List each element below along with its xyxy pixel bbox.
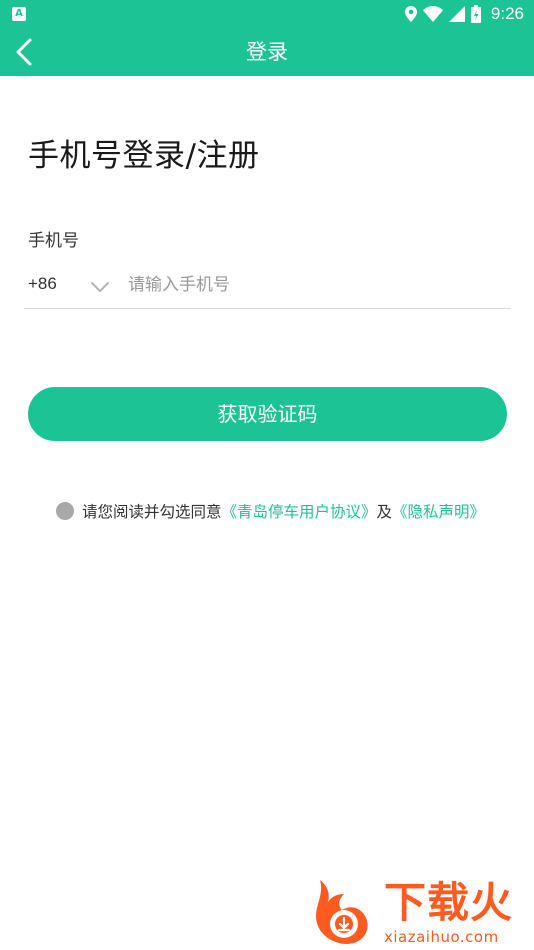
fire-logo-icon <box>316 880 368 944</box>
page-heading: 手机号登录/注册 <box>28 138 260 174</box>
status-icons: 9:26 <box>404 0 524 28</box>
wifi-icon <box>422 6 443 22</box>
cellular-signal-icon <box>448 6 465 22</box>
chevron-down-icon[interactable] <box>90 280 110 294</box>
back-button[interactable] <box>8 34 44 70</box>
watermark-title: 下载火 <box>384 878 514 927</box>
agreement-prefix: 请您阅读并勾选同意 <box>82 503 222 521</box>
watermark: 下载火 xiazaihuo.com <box>314 878 530 946</box>
agree-checkbox[interactable] <box>56 502 74 520</box>
privacy-statement-link[interactable]: 《隐私声明》 <box>392 500 485 522</box>
phone-field-label: 手机号 <box>28 231 79 251</box>
battery-icon <box>470 5 481 23</box>
get-verification-code-button[interactable]: 获取验证码 <box>28 387 507 441</box>
phone-input-row: +86 <box>24 262 511 309</box>
status-bar: A 9:26 <box>0 0 534 28</box>
status-time: 9:26 <box>490 4 524 23</box>
agreement-conjunction: 及 <box>376 503 393 521</box>
app-bar: 登录 <box>0 28 534 76</box>
country-code[interactable]: +86 <box>28 274 57 294</box>
location-icon <box>404 6 417 22</box>
agreement-row: 请您阅读并勾选同意 《青岛停车用户协议》 及 《隐私声明》 <box>56 500 485 522</box>
phone-input[interactable] <box>128 268 498 302</box>
app-bar-title: 登录 <box>246 40 288 64</box>
app-notification-icon: A <box>12 7 26 21</box>
watermark-url: xiazaihuo.com <box>384 928 499 946</box>
user-agreement-link[interactable]: 《青岛停车用户协议》 <box>222 500 377 522</box>
chevron-left-icon <box>16 38 32 66</box>
